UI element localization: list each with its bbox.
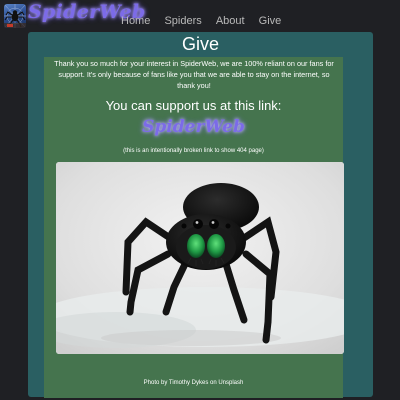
top-navbar: SpiderWeb Home Spiders About Give <box>0 0 400 32</box>
broken-link-note: (this is an intentionally broken link to… <box>123 148 264 154</box>
thank-you-text: Thank you so much for your interest in S… <box>54 59 334 90</box>
nav-link-give[interactable]: Give <box>259 15 282 27</box>
nav-link-spiders[interactable]: Spiders <box>164 15 201 27</box>
nav-link-about[interactable]: About <box>216 15 245 27</box>
support-heading: You can support us at this link: <box>105 98 282 113</box>
photo-caption: Photo by Timothy Dykes on Unsplash <box>143 380 244 386</box>
give-panel: Give Thank you so much for your interest… <box>28 32 373 398</box>
support-link[interactable]: SpiderWeb <box>44 117 343 137</box>
nav-link-home[interactable]: Home <box>121 15 150 27</box>
page-title: Give <box>181 34 219 54</box>
main-nav: Home Spiders About Give <box>121 9 290 28</box>
jumping-spider-photo <box>56 162 344 354</box>
spider-logo-icon[interactable] <box>4 4 26 28</box>
give-card: Thank you so much for your interest in S… <box>44 57 344 398</box>
